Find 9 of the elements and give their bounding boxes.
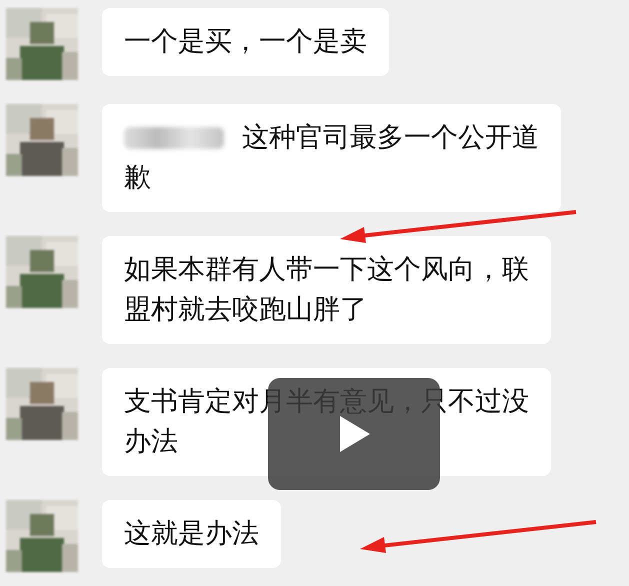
message-text: 歉 xyxy=(124,161,151,195)
message-text: 这就是办法 xyxy=(124,517,259,551)
message-text: 盟村就去咬跑山胖了 xyxy=(124,293,367,327)
message-text: 如果本群有人带一下这个风向，联 xyxy=(124,253,529,287)
arrow-icon xyxy=(338,210,578,244)
message-text: 这种官司最多一个公开道 xyxy=(242,121,539,155)
message-text: 办法 xyxy=(124,425,178,459)
message-text: 一个是买，一个是卖 xyxy=(124,25,367,59)
arrow-icon xyxy=(358,520,598,554)
